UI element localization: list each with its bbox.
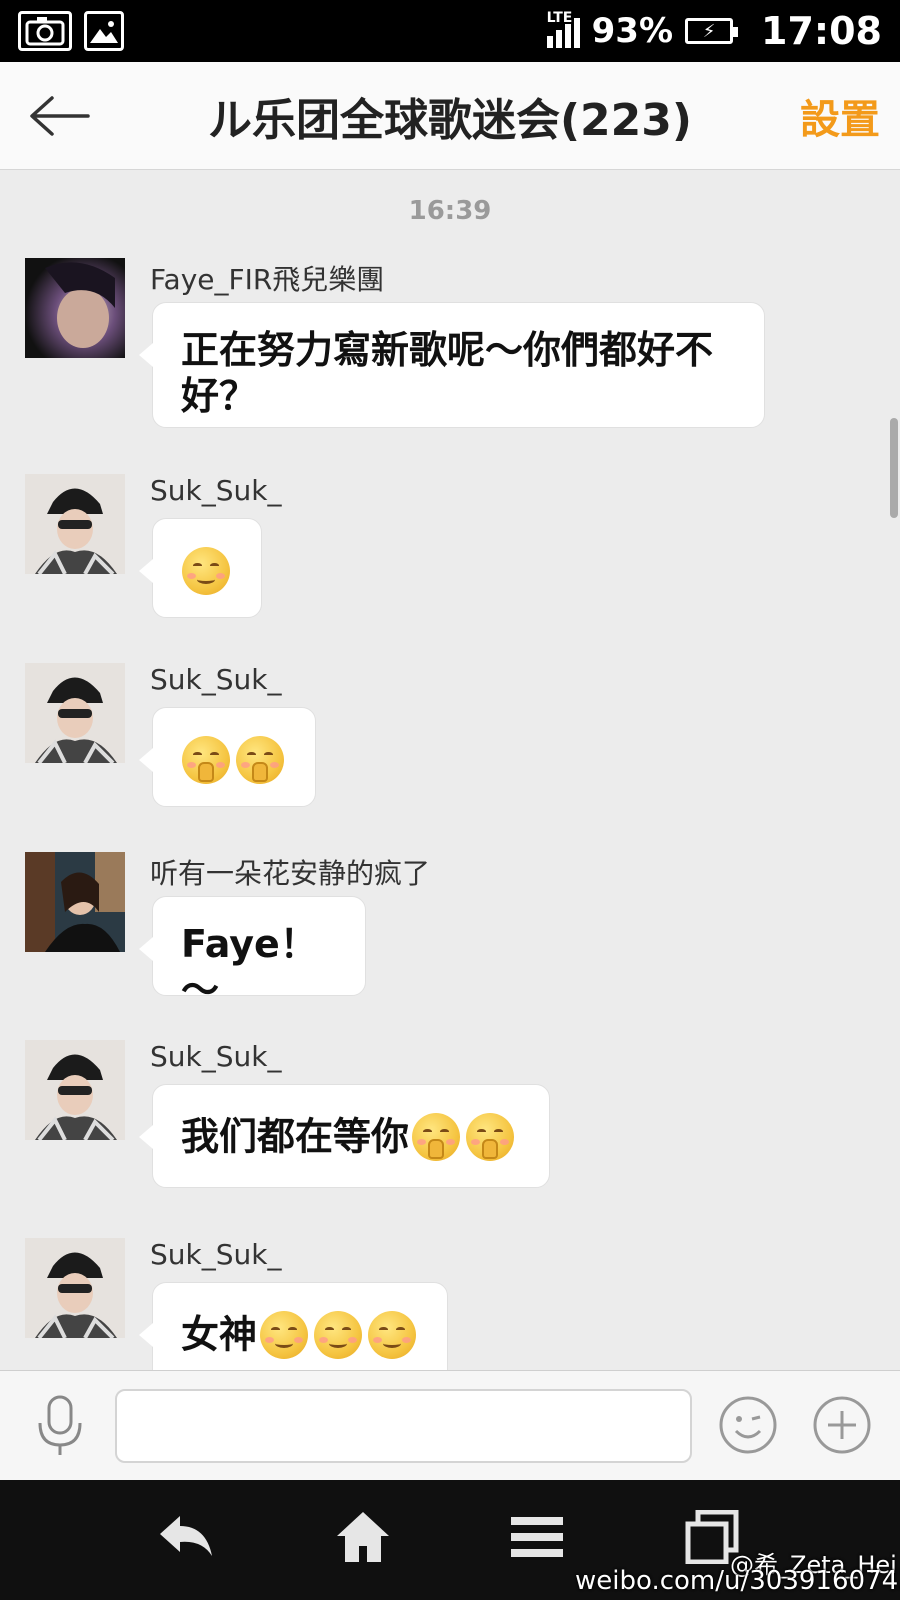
sender-name: Suk_Suk_ <box>150 663 282 696</box>
back-arrow-icon <box>30 95 90 136</box>
message-item: Suk_Suk_ 女神 <box>25 1238 825 1370</box>
plus-icon <box>813 1396 871 1454</box>
input-bar <box>0 1370 900 1480</box>
camera-icon <box>18 11 72 51</box>
grin-emoji-icon <box>260 1310 309 1359</box>
menu-icon <box>511 1517 563 1557</box>
smile-emoji-icon <box>182 546 230 595</box>
home-icon <box>337 1512 389 1562</box>
message-bubble[interactable]: 我们都在等你 <box>139 1084 550 1188</box>
grin-emoji-icon <box>368 1310 417 1359</box>
more-button[interactable] <box>812 1395 872 1455</box>
signal-icon: LTE <box>546 10 580 48</box>
clock: 17:08 <box>761 9 882 53</box>
avatar[interactable] <box>25 1238 125 1338</box>
sender-name: Suk_Suk_ <box>150 1238 282 1271</box>
avatar[interactable] <box>25 1040 125 1140</box>
message-timestamp: 16:39 <box>408 196 492 226</box>
message-bubble[interactable] <box>139 707 316 807</box>
shy-emoji-icon <box>182 735 230 784</box>
shy-emoji-icon <box>466 1112 515 1161</box>
message-text: 正在努力寫新歌呢～你們都好不好？ <box>181 328 714 418</box>
chat-header: ル乐团全球歌迷会(223) 設置 <box>0 62 900 170</box>
emoji-button[interactable] <box>718 1395 778 1455</box>
message-item: Suk_Suk_ 我们都在等你 <box>25 1040 825 1195</box>
sender-name: Suk_Suk_ <box>150 1040 282 1073</box>
battery-icon: ⚡ <box>685 18 739 44</box>
shy-emoji-icon <box>236 735 284 784</box>
scrollbar[interactable] <box>890 418 898 518</box>
avatar[interactable] <box>25 663 125 763</box>
message-text: 女神 <box>181 1312 258 1357</box>
message-item: Suk_Suk_ <box>25 663 825 813</box>
microphone-icon <box>38 1395 82 1455</box>
battery-percent: 93% <box>591 11 674 51</box>
message-list[interactable]: 16:39 Faye_FIR飛兒樂團 正在努力寫新歌呢～你們都好不好？ Suk_… <box>0 170 900 1370</box>
grin-emoji-icon <box>314 1310 363 1359</box>
voice-button[interactable] <box>30 1393 90 1459</box>
message-bubble[interactable]: 女神 <box>139 1282 448 1370</box>
message-bubble[interactable]: Faye！～ <box>139 896 366 1012</box>
message-item: 听有一朵花安静的疯了 Faye！～ <box>25 852 825 1012</box>
emoji-picker-icon <box>719 1396 777 1454</box>
sender-name: 听有一朵花安静的疯了 <box>150 857 431 890</box>
sender-name: Faye_FIR飛兒樂團 <box>150 263 385 296</box>
message-bubble[interactable]: 正在努力寫新歌呢～你們都好不好？ <box>139 302 765 428</box>
message-bubble[interactable] <box>139 518 262 618</box>
shy-emoji-icon <box>412 1112 461 1161</box>
message-item: Suk_Suk_ <box>25 474 825 624</box>
sender-name: Suk_Suk_ <box>150 474 282 507</box>
watermark-url: weibo.com/u/3039160743 <box>575 1566 900 1596</box>
group-title: ル乐团全球歌迷会(223) <box>207 94 693 146</box>
message-input[interactable] <box>115 1389 692 1463</box>
system-home-button[interactable] <box>323 1502 403 1572</box>
message-text: 我们都在等你 <box>181 1114 410 1159</box>
system-menu-button[interactable] <box>497 1502 577 1572</box>
avatar[interactable] <box>25 474 125 574</box>
message-text: Faye！～ <box>181 922 318 1012</box>
avatar[interactable] <box>25 258 125 358</box>
gallery-icon <box>84 11 124 51</box>
message-item: Faye_FIR飛兒樂團 正在努力寫新歌呢～你們都好不好？ <box>25 258 825 438</box>
settings-button[interactable]: 設置 <box>780 87 900 145</box>
back-icon <box>160 1516 212 1556</box>
system-back-button[interactable] <box>146 1502 226 1572</box>
back-button[interactable] <box>0 62 120 170</box>
status-bar: LTE 93% ⚡ 17:08 <box>0 0 900 62</box>
avatar[interactable] <box>25 852 125 952</box>
